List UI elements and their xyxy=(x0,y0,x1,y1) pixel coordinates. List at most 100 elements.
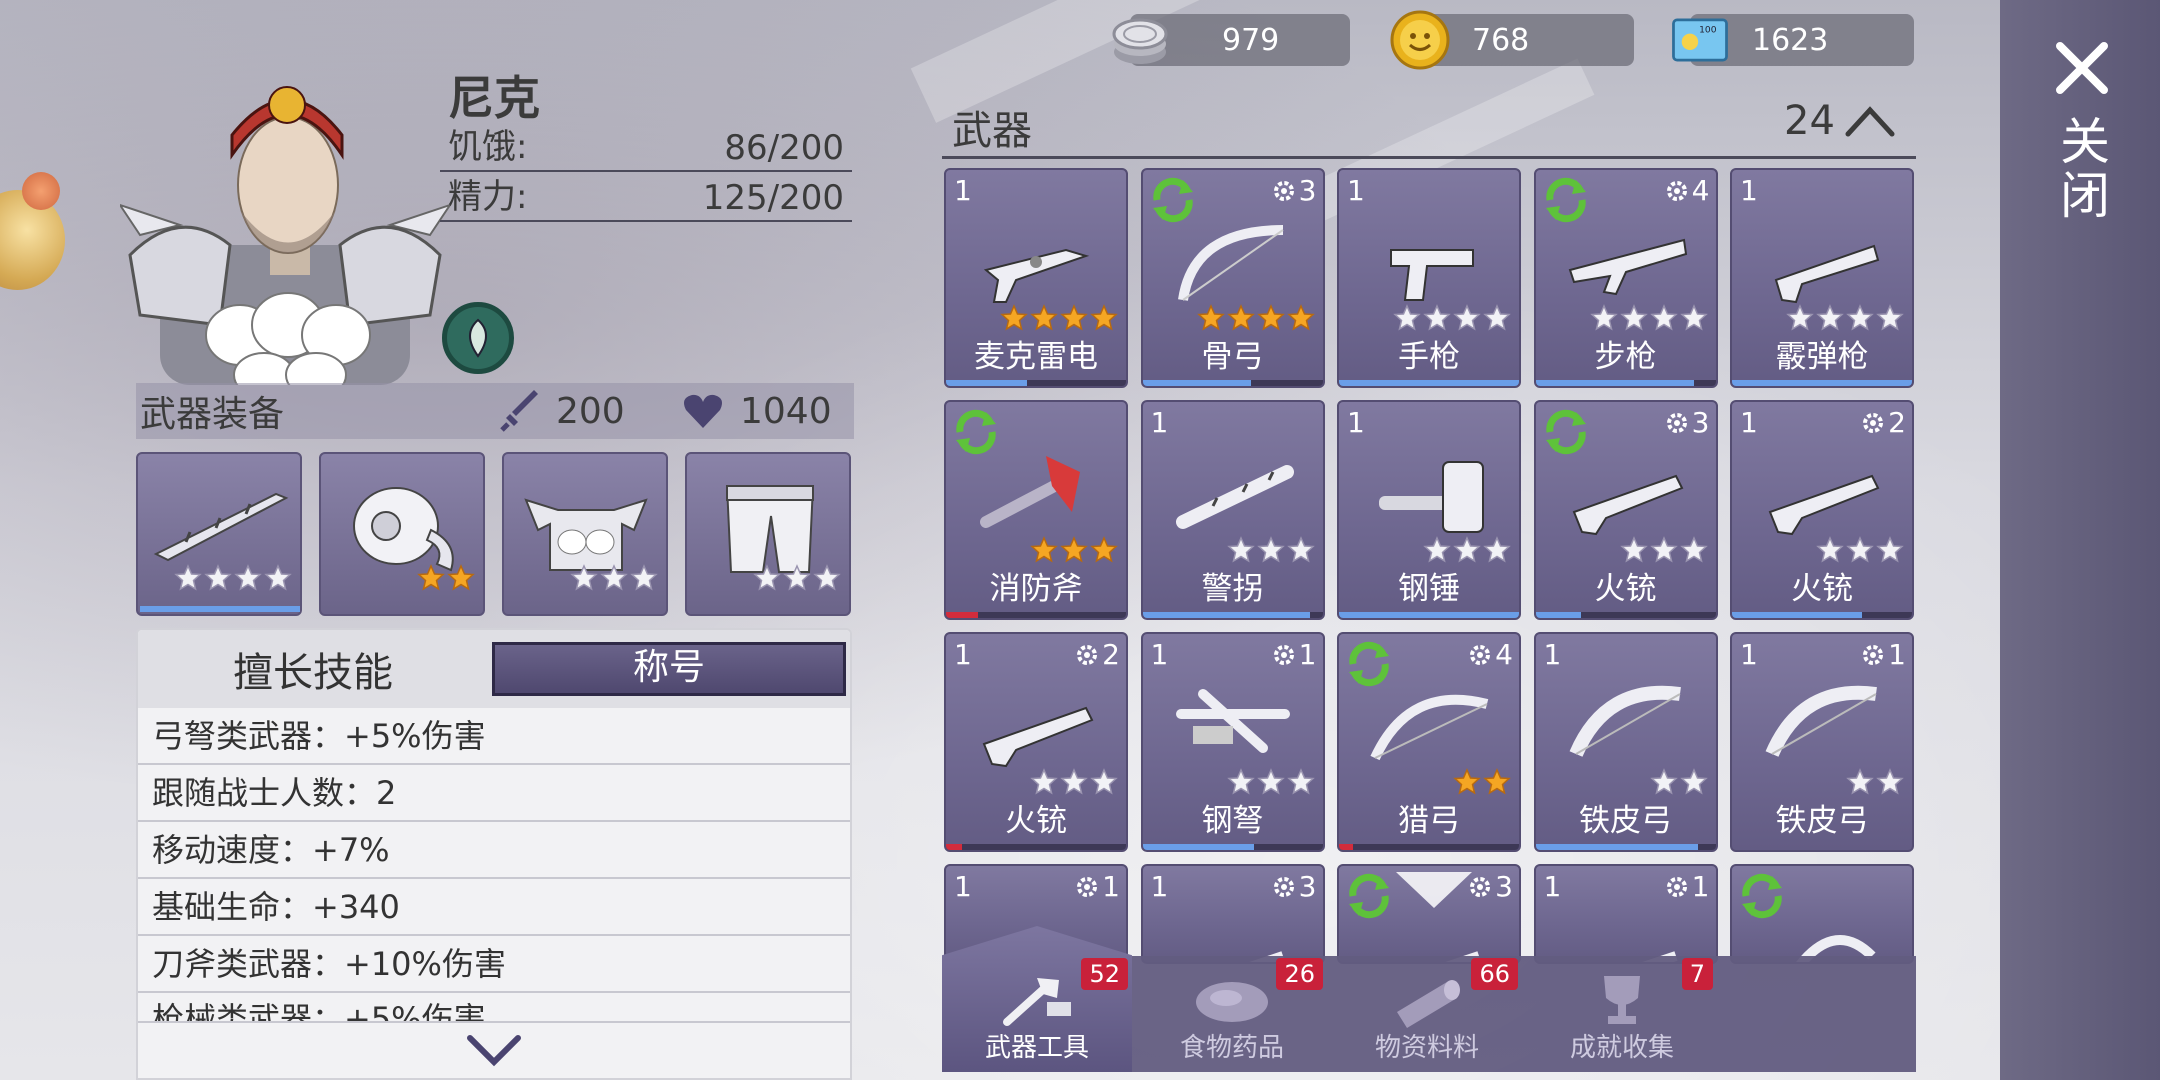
tab-achievements[interactable]: 7 成就收集 xyxy=(1527,956,1717,1072)
skill-badge[interactable] xyxy=(442,302,514,374)
star-icon xyxy=(204,564,232,591)
weapon-durability-bar xyxy=(1732,380,1912,386)
close-label[interactable]: 关闭 xyxy=(2050,115,2110,223)
star-icon xyxy=(1619,536,1648,563)
weapon-card[interactable]: 1 警拐 xyxy=(1140,400,1325,620)
energy-value: 125/200 xyxy=(702,178,844,218)
star-icon xyxy=(1226,768,1255,795)
close-icon[interactable] xyxy=(2052,38,2112,98)
weapon-card[interactable]: 4 猎弓 xyxy=(1337,632,1521,852)
weapon-upgrade: 1 xyxy=(1271,638,1317,671)
equip-slot-weapon[interactable] xyxy=(136,452,302,616)
weapon-level: 1 xyxy=(954,870,972,903)
weapon-stars xyxy=(1589,304,1708,332)
slot-stars xyxy=(753,564,841,592)
weapon-stars xyxy=(1226,536,1315,564)
weapon-card[interactable]: 1 手枪 xyxy=(1337,168,1521,388)
star-icon xyxy=(264,564,292,591)
log-icon xyxy=(1397,980,1460,1028)
weapon-image xyxy=(1370,694,1489,761)
skill-row: 弓弩类武器：+5%伤害 xyxy=(138,708,850,765)
star-icon xyxy=(1816,304,1844,331)
silver-value: 979 xyxy=(1222,22,1280,58)
weapon-level: 1 xyxy=(1347,174,1365,207)
weapon-stars xyxy=(1649,768,1708,796)
weapon-card[interactable]: 11 xyxy=(1533,864,1718,964)
weapon-card[interactable]: 1 霰弹枪 xyxy=(1730,168,1914,388)
weapon-level: 1 xyxy=(1543,870,1562,903)
gear-icon xyxy=(1273,180,1294,201)
weapon-stars xyxy=(1000,304,1118,332)
tab-food-medicine[interactable]: 26 食物药品 xyxy=(1137,956,1327,1072)
weapon-card[interactable]: 1 麦克雷电 xyxy=(944,168,1128,388)
weapons-title: 武器 xyxy=(952,108,1032,154)
skills-panel: 擅长技能 称号 弓弩类武器：+5%伤害 跟随战士人数：2 移动速度：+7% 基础… xyxy=(136,628,852,1080)
tab-title[interactable]: 称号 xyxy=(492,642,846,696)
hunger-stat: 饥饿: 86/200 xyxy=(440,127,852,172)
star-icon xyxy=(1483,304,1511,331)
weapon-stars xyxy=(1393,304,1511,332)
equip-slot-legs[interactable] xyxy=(685,452,851,616)
weapon-card[interactable]: 1 钢锤 xyxy=(1337,400,1521,620)
weapon-card[interactable] xyxy=(1730,864,1914,964)
weapon-durability-bar xyxy=(946,380,1027,386)
star-icon xyxy=(1816,536,1844,563)
weapon-card[interactable]: 3 火铳 xyxy=(1533,400,1718,620)
star-icon xyxy=(1649,536,1678,563)
tab-skills[interactable]: 擅长技能 xyxy=(138,640,488,698)
attack-stat: 200 xyxy=(500,390,625,432)
skill-row: 跟随战士人数：2 xyxy=(138,765,850,822)
slot-stars xyxy=(417,564,475,592)
chevron-up-icon[interactable] xyxy=(1842,100,1898,140)
weapon-card[interactable]: 1 2 火铳 xyxy=(1730,400,1914,620)
gear-icon xyxy=(1666,876,1687,897)
star-icon xyxy=(1483,768,1511,795)
spiked-armor-icon xyxy=(524,498,648,571)
close-panel[interactable]: 关闭 xyxy=(2000,0,2160,1080)
star-icon xyxy=(1393,304,1421,331)
star-icon xyxy=(813,564,841,591)
weapon-card[interactable]: 1 1 钢弩 xyxy=(1140,632,1325,852)
weapon-card[interactable]: 1 1 铁皮弓 xyxy=(1730,632,1914,852)
star-icon xyxy=(1030,304,1058,331)
tab-weapons-tools[interactable]: 52 武器工具 xyxy=(942,926,1132,1072)
weapon-image xyxy=(1390,249,1474,301)
gear-icon xyxy=(1863,412,1884,433)
star-icon xyxy=(1876,536,1904,563)
weapon-image xyxy=(1569,685,1681,757)
equipment-header: 武器装备 200 1040 xyxy=(136,383,854,439)
weapon-card[interactable]: 消防斧 xyxy=(944,400,1128,620)
weapon-upgrade-level: 4 xyxy=(1691,174,1710,207)
equip-slot-body[interactable] xyxy=(502,452,668,616)
weapon-card[interactable]: 1 2 火铳 xyxy=(944,632,1128,852)
weapon-durability-bar xyxy=(946,612,979,618)
weapon-name: 骨弓 xyxy=(1201,339,1264,375)
weapon-upgrade: 3 xyxy=(1664,406,1710,439)
star-icon xyxy=(1256,304,1285,331)
star-icon xyxy=(1286,536,1315,563)
gear-icon xyxy=(1077,644,1098,665)
tab-materials[interactable]: 66 物资料料 xyxy=(1332,956,1522,1072)
weapon-card[interactable]: 3 骨弓 xyxy=(1140,168,1325,388)
sword-icon xyxy=(500,390,538,432)
weapon-image xyxy=(1568,238,1687,296)
weapon-card[interactable]: 4 步枪 xyxy=(1533,168,1718,388)
weapon-card[interactable]: 13 xyxy=(1140,864,1325,964)
star-icon xyxy=(1060,536,1088,563)
star-icon xyxy=(570,564,598,591)
skill-row: 枪械类武器：+5%伤害 xyxy=(138,993,850,1023)
weapon-upgrade-level: 4 xyxy=(1495,638,1513,671)
scroll-down-chevron-icon[interactable] xyxy=(1392,868,1476,914)
star-icon xyxy=(1649,768,1678,795)
weapon-card[interactable]: 1 铁皮弓 xyxy=(1533,632,1718,852)
weapon-upgrade-level: 2 xyxy=(1888,406,1906,439)
tab-label: 武器工具 xyxy=(984,1033,1089,1063)
weapon-upgrade: 2 xyxy=(1860,406,1906,439)
weapon-name: 火铳 xyxy=(1594,571,1657,607)
chevron-down-icon[interactable] xyxy=(464,1032,524,1068)
weapon-upgrade-level: 1 xyxy=(1102,870,1120,903)
equip-slot-head[interactable] xyxy=(319,452,485,616)
hunger-value: 86/200 xyxy=(724,128,844,168)
star-icon xyxy=(630,564,658,591)
weapon-upgrade: 1 xyxy=(1074,870,1120,903)
